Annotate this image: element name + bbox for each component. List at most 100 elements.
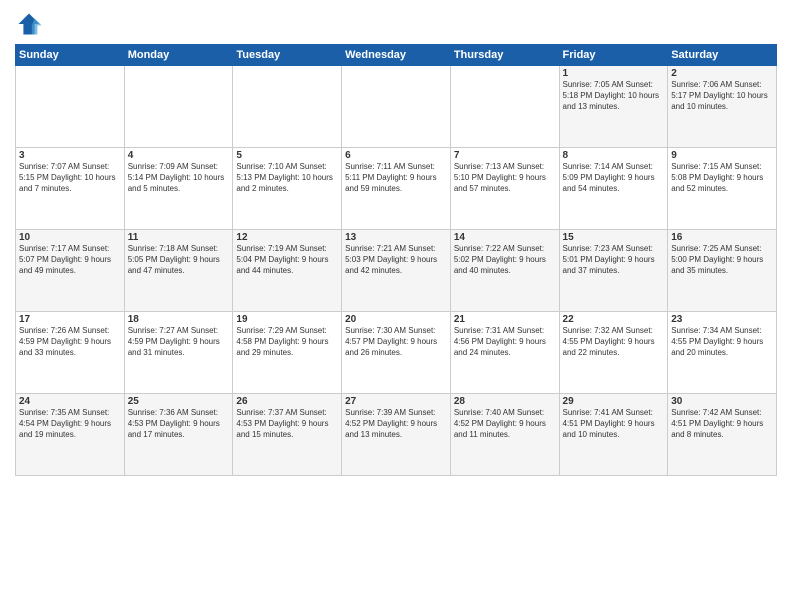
cell-info: Sunrise: 7:26 AM Sunset: 4:59 PM Dayligh… xyxy=(19,326,121,358)
calendar-cell: 29Sunrise: 7:41 AM Sunset: 4:51 PM Dayli… xyxy=(559,394,668,476)
calendar-cell: 14Sunrise: 7:22 AM Sunset: 5:02 PM Dayli… xyxy=(450,230,559,312)
cell-info: Sunrise: 7:23 AM Sunset: 5:01 PM Dayligh… xyxy=(563,244,665,276)
cell-info: Sunrise: 7:32 AM Sunset: 4:55 PM Dayligh… xyxy=(563,326,665,358)
cell-info: Sunrise: 7:11 AM Sunset: 5:11 PM Dayligh… xyxy=(345,162,447,194)
day-number: 30 xyxy=(671,396,773,407)
cell-info: Sunrise: 7:27 AM Sunset: 4:59 PM Dayligh… xyxy=(128,326,230,358)
calendar-cell: 26Sunrise: 7:37 AM Sunset: 4:53 PM Dayli… xyxy=(233,394,342,476)
cell-info: Sunrise: 7:10 AM Sunset: 5:13 PM Dayligh… xyxy=(236,162,338,194)
day-number: 4 xyxy=(128,150,230,161)
cell-info: Sunrise: 7:42 AM Sunset: 4:51 PM Dayligh… xyxy=(671,408,773,440)
calendar-cell: 13Sunrise: 7:21 AM Sunset: 5:03 PM Dayli… xyxy=(342,230,451,312)
calendar-week-2: 3Sunrise: 7:07 AM Sunset: 5:15 PM Daylig… xyxy=(16,148,777,230)
day-number: 5 xyxy=(236,150,338,161)
calendar-cell: 1Sunrise: 7:05 AM Sunset: 5:18 PM Daylig… xyxy=(559,66,668,148)
calendar-cell: 15Sunrise: 7:23 AM Sunset: 5:01 PM Dayli… xyxy=(559,230,668,312)
logo xyxy=(15,10,47,38)
calendar-cell: 9Sunrise: 7:15 AM Sunset: 5:08 PM Daylig… xyxy=(668,148,777,230)
weekday-header-saturday: Saturday xyxy=(668,45,777,66)
calendar-cell: 18Sunrise: 7:27 AM Sunset: 4:59 PM Dayli… xyxy=(124,312,233,394)
cell-info: Sunrise: 7:18 AM Sunset: 5:05 PM Dayligh… xyxy=(128,244,230,276)
weekday-header-row: SundayMondayTuesdayWednesdayThursdayFrid… xyxy=(16,45,777,66)
calendar-cell: 27Sunrise: 7:39 AM Sunset: 4:52 PM Dayli… xyxy=(342,394,451,476)
calendar-cell xyxy=(124,66,233,148)
calendar-cell: 22Sunrise: 7:32 AM Sunset: 4:55 PM Dayli… xyxy=(559,312,668,394)
cell-info: Sunrise: 7:21 AM Sunset: 5:03 PM Dayligh… xyxy=(345,244,447,276)
day-number: 27 xyxy=(345,396,447,407)
day-number: 9 xyxy=(671,150,773,161)
day-number: 28 xyxy=(454,396,556,407)
calendar-cell: 16Sunrise: 7:25 AM Sunset: 5:00 PM Dayli… xyxy=(668,230,777,312)
cell-info: Sunrise: 7:05 AM Sunset: 5:18 PM Dayligh… xyxy=(563,80,665,112)
calendar-week-3: 10Sunrise: 7:17 AM Sunset: 5:07 PM Dayli… xyxy=(16,230,777,312)
cell-info: Sunrise: 7:34 AM Sunset: 4:55 PM Dayligh… xyxy=(671,326,773,358)
day-number: 29 xyxy=(563,396,665,407)
cell-info: Sunrise: 7:35 AM Sunset: 4:54 PM Dayligh… xyxy=(19,408,121,440)
cell-info: Sunrise: 7:14 AM Sunset: 5:09 PM Dayligh… xyxy=(563,162,665,194)
calendar-week-1: 1Sunrise: 7:05 AM Sunset: 5:18 PM Daylig… xyxy=(16,66,777,148)
calendar-cell xyxy=(342,66,451,148)
weekday-header-monday: Monday xyxy=(124,45,233,66)
calendar-cell xyxy=(16,66,125,148)
weekday-header-thursday: Thursday xyxy=(450,45,559,66)
cell-info: Sunrise: 7:09 AM Sunset: 5:14 PM Dayligh… xyxy=(128,162,230,194)
cell-info: Sunrise: 7:13 AM Sunset: 5:10 PM Dayligh… xyxy=(454,162,556,194)
day-number: 25 xyxy=(128,396,230,407)
cell-info: Sunrise: 7:17 AM Sunset: 5:07 PM Dayligh… xyxy=(19,244,121,276)
day-number: 1 xyxy=(563,68,665,79)
calendar-cell: 10Sunrise: 7:17 AM Sunset: 5:07 PM Dayli… xyxy=(16,230,125,312)
calendar-cell: 11Sunrise: 7:18 AM Sunset: 5:05 PM Dayli… xyxy=(124,230,233,312)
page: SundayMondayTuesdayWednesdayThursdayFrid… xyxy=(0,0,792,612)
calendar-cell: 8Sunrise: 7:14 AM Sunset: 5:09 PM Daylig… xyxy=(559,148,668,230)
cell-info: Sunrise: 7:19 AM Sunset: 5:04 PM Dayligh… xyxy=(236,244,338,276)
cell-info: Sunrise: 7:40 AM Sunset: 4:52 PM Dayligh… xyxy=(454,408,556,440)
calendar-cell: 5Sunrise: 7:10 AM Sunset: 5:13 PM Daylig… xyxy=(233,148,342,230)
weekday-header-wednesday: Wednesday xyxy=(342,45,451,66)
cell-info: Sunrise: 7:29 AM Sunset: 4:58 PM Dayligh… xyxy=(236,326,338,358)
cell-info: Sunrise: 7:06 AM Sunset: 5:17 PM Dayligh… xyxy=(671,80,773,112)
cell-info: Sunrise: 7:31 AM Sunset: 4:56 PM Dayligh… xyxy=(454,326,556,358)
logo-icon xyxy=(15,10,43,38)
weekday-header-friday: Friday xyxy=(559,45,668,66)
day-number: 16 xyxy=(671,232,773,243)
calendar-cell: 7Sunrise: 7:13 AM Sunset: 5:10 PM Daylig… xyxy=(450,148,559,230)
calendar-cell: 12Sunrise: 7:19 AM Sunset: 5:04 PM Dayli… xyxy=(233,230,342,312)
day-number: 15 xyxy=(563,232,665,243)
day-number: 26 xyxy=(236,396,338,407)
day-number: 23 xyxy=(671,314,773,325)
cell-info: Sunrise: 7:07 AM Sunset: 5:15 PM Dayligh… xyxy=(19,162,121,194)
calendar-cell: 23Sunrise: 7:34 AM Sunset: 4:55 PM Dayli… xyxy=(668,312,777,394)
calendar-cell: 30Sunrise: 7:42 AM Sunset: 4:51 PM Dayli… xyxy=(668,394,777,476)
calendar-cell: 25Sunrise: 7:36 AM Sunset: 4:53 PM Dayli… xyxy=(124,394,233,476)
calendar-cell: 20Sunrise: 7:30 AM Sunset: 4:57 PM Dayli… xyxy=(342,312,451,394)
calendar-cell: 2Sunrise: 7:06 AM Sunset: 5:17 PM Daylig… xyxy=(668,66,777,148)
calendar-cell: 4Sunrise: 7:09 AM Sunset: 5:14 PM Daylig… xyxy=(124,148,233,230)
cell-info: Sunrise: 7:15 AM Sunset: 5:08 PM Dayligh… xyxy=(671,162,773,194)
cell-info: Sunrise: 7:30 AM Sunset: 4:57 PM Dayligh… xyxy=(345,326,447,358)
day-number: 6 xyxy=(345,150,447,161)
day-number: 10 xyxy=(19,232,121,243)
day-number: 20 xyxy=(345,314,447,325)
weekday-header-sunday: Sunday xyxy=(16,45,125,66)
day-number: 13 xyxy=(345,232,447,243)
cell-info: Sunrise: 7:25 AM Sunset: 5:00 PM Dayligh… xyxy=(671,244,773,276)
calendar-cell: 19Sunrise: 7:29 AM Sunset: 4:58 PM Dayli… xyxy=(233,312,342,394)
day-number: 8 xyxy=(563,150,665,161)
day-number: 22 xyxy=(563,314,665,325)
calendar-cell xyxy=(450,66,559,148)
cell-info: Sunrise: 7:37 AM Sunset: 4:53 PM Dayligh… xyxy=(236,408,338,440)
calendar-cell: 17Sunrise: 7:26 AM Sunset: 4:59 PM Dayli… xyxy=(16,312,125,394)
day-number: 12 xyxy=(236,232,338,243)
day-number: 19 xyxy=(236,314,338,325)
day-number: 2 xyxy=(671,68,773,79)
calendar-cell: 3Sunrise: 7:07 AM Sunset: 5:15 PM Daylig… xyxy=(16,148,125,230)
cell-info: Sunrise: 7:36 AM Sunset: 4:53 PM Dayligh… xyxy=(128,408,230,440)
cell-info: Sunrise: 7:41 AM Sunset: 4:51 PM Dayligh… xyxy=(563,408,665,440)
calendar-cell: 24Sunrise: 7:35 AM Sunset: 4:54 PM Dayli… xyxy=(16,394,125,476)
calendar-cell: 6Sunrise: 7:11 AM Sunset: 5:11 PM Daylig… xyxy=(342,148,451,230)
day-number: 21 xyxy=(454,314,556,325)
day-number: 7 xyxy=(454,150,556,161)
calendar-table: SundayMondayTuesdayWednesdayThursdayFrid… xyxy=(15,44,777,476)
day-number: 24 xyxy=(19,396,121,407)
calendar-week-4: 17Sunrise: 7:26 AM Sunset: 4:59 PM Dayli… xyxy=(16,312,777,394)
